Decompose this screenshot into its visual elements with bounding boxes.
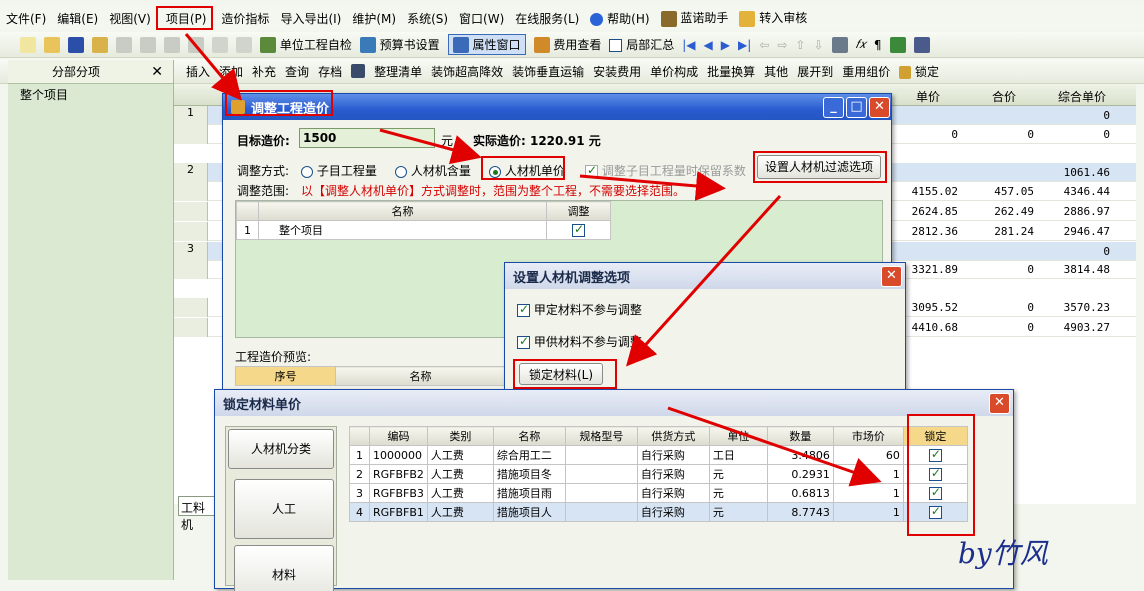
arrow-menu-to-dialog <box>184 33 242 101</box>
annotation-arrows <box>184 33 882 487</box>
signature: by竹风 <box>958 537 1048 570</box>
app-window: 文件(F) 编辑(E) 视图(V) 项目(P) 造价指标 导入导出(I) 维护(… <box>0 0 1144 591</box>
arrow-to-range-note <box>579 171 726 201</box>
arrow-to-lock-button <box>625 194 782 367</box>
arrow-to-unit-price <box>379 128 482 165</box>
arrow-to-lock-column <box>667 406 882 487</box>
